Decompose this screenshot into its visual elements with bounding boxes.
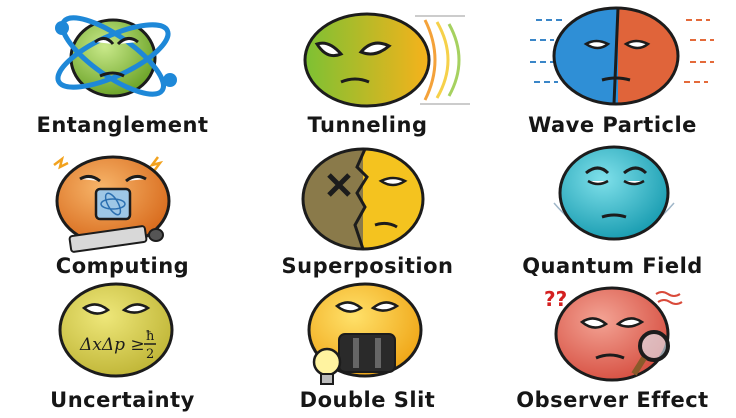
card-uncertainty: ΔxΔp ≥ ħ 2 Uncertainty: [0, 278, 245, 417]
card-tunneling: Tunneling: [245, 0, 490, 139]
card-observer-effect: ?? Observer Effect: [490, 278, 735, 417]
card-label: Superposition: [281, 254, 454, 278]
card-double-slit: Double Slit: [245, 278, 490, 417]
card-label: Uncertainty: [50, 388, 195, 412]
card-label: Computing: [55, 254, 190, 278]
card-superposition: Superposition: [245, 139, 490, 278]
card-label: Quantum Field: [522, 254, 703, 278]
card-label: Observer Effect: [516, 388, 709, 412]
card-entanglement: Entanglement: [0, 0, 245, 139]
formula-text: ΔxΔp ≥: [79, 335, 145, 355]
question-marks-icon: ??: [544, 287, 567, 311]
formula-numerator: ħ: [146, 329, 155, 344]
card-computing: Computing: [0, 139, 245, 278]
card-label: Wave Particle: [528, 113, 697, 137]
card-quantum-field: Quantum Field: [490, 139, 735, 278]
card-label: Double Slit: [299, 388, 436, 412]
card-label: Entanglement: [36, 113, 209, 137]
formula-denominator: 2: [146, 347, 154, 362]
emoji-grid: Entanglement Tunneling Wave Particle Com…: [0, 0, 736, 418]
card-label: Tunneling: [307, 113, 428, 137]
card-wave-particle: Wave Particle: [490, 0, 735, 139]
